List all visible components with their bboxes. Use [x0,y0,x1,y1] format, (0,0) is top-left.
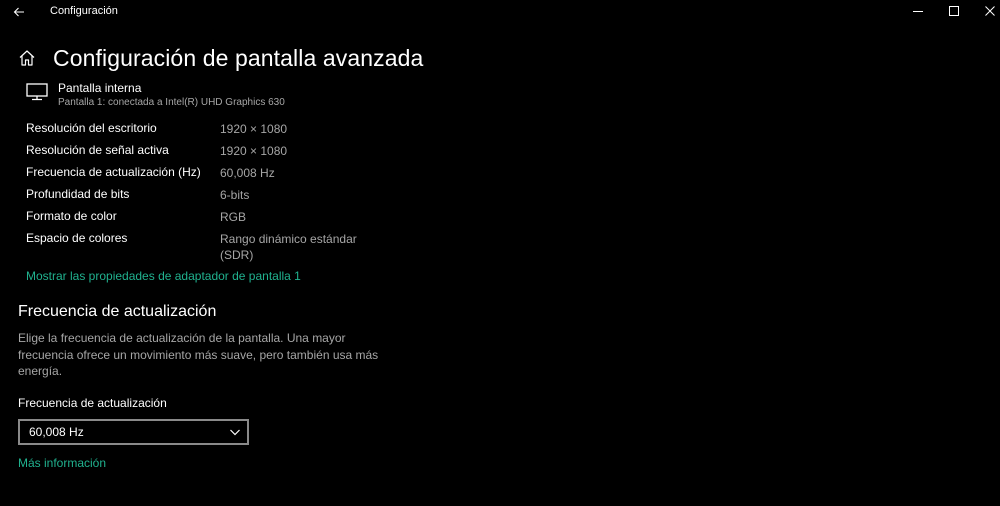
refresh-section-title: Frecuencia de actualización [18,303,217,320]
chevron-down-icon [230,429,240,436]
home-button[interactable] [18,48,38,68]
dropdown-selected-value: 60,008 Hz [29,425,84,439]
info-value: Rango dinámico estándar (SDR) [220,231,357,263]
info-value: 1920 × 1080 [220,122,288,136]
info-value-line1: Rango dinámico estándar [220,232,357,246]
close-button[interactable] [980,3,1000,19]
adapter-properties-link[interactable]: Mostrar las propiedades de adaptador de … [26,269,301,283]
minimize-icon [913,11,923,12]
info-value: RGB [220,210,247,224]
close-icon [985,6,995,16]
refresh-rate-label: Frecuencia de actualización [18,396,167,410]
back-button[interactable] [8,3,30,21]
display-name: Pantalla interna [58,81,142,95]
app-title: Configuración [50,5,118,17]
maximize-button[interactable] [944,3,964,19]
info-label: Profundidad de bits [26,187,130,201]
info-label: Formato de color [26,209,117,223]
display-connection: Pantalla 1: conectada a Intel(R) UHD Gra… [58,97,285,108]
refresh-rate-dropdown[interactable]: 60,008 Hz [18,419,249,445]
info-value: 60,008 Hz [220,166,275,180]
info-label: Frecuencia de actualización (Hz) [26,165,201,179]
more-info-link[interactable]: Más información [18,456,106,470]
info-label: Resolución del escritorio [26,121,157,135]
home-icon [19,50,35,66]
info-value: 1920 × 1080 [220,144,288,158]
refresh-section-description: Elige la frecuencia de actualización de … [18,331,379,378]
info-value-line2: (SDR) [220,248,254,262]
page-header: Configuración de pantalla avanzada [18,42,423,74]
title-bar: Configuración [0,0,1000,24]
maximize-icon [949,6,959,16]
info-label: Espacio de colores [26,231,128,245]
info-label: Resolución de señal activa [26,143,169,157]
monitor-icon [26,83,48,101]
minimize-button[interactable] [908,3,928,19]
page-title: Configuración de pantalla avanzada [53,44,424,71]
info-value: 6-bits [220,188,250,202]
back-arrow-icon [13,7,24,17]
